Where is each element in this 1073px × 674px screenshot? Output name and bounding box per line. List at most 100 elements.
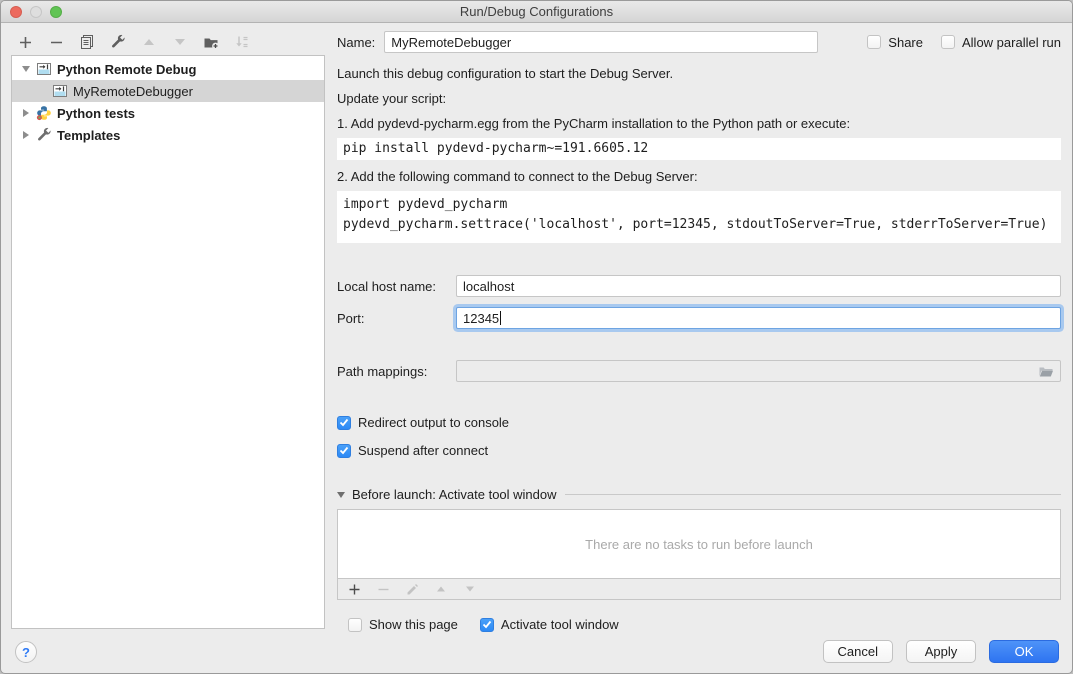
share-checkbox[interactable]: Share (867, 35, 923, 50)
section-divider (565, 494, 1061, 495)
add-configuration-button[interactable] (15, 32, 35, 52)
checkbox-unchecked-icon (867, 35, 881, 49)
tree-item-label: Templates (57, 128, 120, 143)
before-launch-task-list: There are no tasks to run before launch (337, 509, 1061, 600)
before-launch-header[interactable]: Before launch: Activate tool window (337, 487, 1061, 502)
tree-item-label: Python Remote Debug (57, 62, 196, 77)
new-folder-icon (203, 34, 220, 50)
tree-item-label: Python tests (57, 106, 135, 121)
run-debug-configurations-dialog: Run/Debug Configurations (0, 0, 1073, 674)
checkbox-checked-icon (480, 618, 494, 632)
window-controls (10, 6, 62, 18)
settrace-code[interactable]: import pydevd_pycharm pydevd_pycharm.sett… (337, 191, 1061, 243)
help-button[interactable]: ? (15, 641, 37, 663)
suspend-after-connect-label: Suspend after connect (358, 443, 488, 458)
port-row: Port: 12345 (337, 307, 1061, 329)
move-down-button[interactable] (170, 32, 190, 52)
move-task-down-button[interactable] (463, 582, 477, 596)
tree-item-myremotedebugger[interactable]: MyRemoteDebugger (12, 80, 324, 102)
chevron-right-icon[interactable] (20, 107, 32, 119)
activate-tool-window-checkbox[interactable]: Activate tool window (480, 617, 619, 632)
zoom-window-button[interactable] (50, 6, 62, 18)
remote-debug-config-icon (52, 83, 68, 99)
folder-open-icon (1038, 364, 1054, 378)
remove-icon (49, 35, 64, 50)
move-task-up-button[interactable] (434, 582, 448, 596)
move-down-icon (173, 35, 187, 49)
path-mappings-input[interactable] (456, 360, 1061, 382)
copy-configuration-button[interactable] (77, 32, 97, 52)
port-input[interactable]: 12345 (456, 307, 1061, 329)
move-down-icon (464, 583, 476, 595)
top-checkboxes: Share Allow parallel run (867, 35, 1061, 50)
allow-parallel-run-checkbox[interactable]: Allow parallel run (941, 35, 1061, 50)
checkbox-unchecked-icon (941, 35, 955, 49)
page-options: Show this page Activate tool window (348, 617, 1061, 632)
activate-tool-window-label: Activate tool window (501, 617, 619, 632)
configurations-tree: Python Remote Debug MyRemoteDebugger (11, 55, 325, 629)
edit-task-button[interactable] (405, 582, 419, 596)
description-text: Launch this debug configuration to start… (337, 66, 1061, 82)
window-title: Run/Debug Configurations (460, 4, 613, 19)
ok-button[interactable]: OK (989, 640, 1059, 663)
move-up-button[interactable] (139, 32, 159, 52)
dialog-buttons: Cancel Apply OK (823, 640, 1059, 663)
show-this-page-label: Show this page (369, 617, 458, 632)
check-icon (339, 418, 349, 427)
name-row: Name: Share Allow parallel run (337, 31, 1061, 53)
apply-button[interactable]: Apply (906, 640, 976, 663)
sort-configurations-button[interactable] (232, 32, 252, 52)
configurations-toolbar (15, 32, 252, 52)
checkbox-checked-icon (337, 444, 351, 458)
local-host-row: Local host name: (337, 275, 1061, 297)
tree-item-python-tests[interactable]: Python tests (12, 102, 324, 124)
move-up-icon (142, 35, 156, 49)
chevron-right-icon[interactable] (20, 129, 32, 141)
local-host-label: Local host name: (337, 279, 456, 294)
task-list-toolbar (338, 578, 1060, 599)
add-task-button[interactable] (347, 582, 361, 596)
new-folder-button[interactable] (201, 32, 221, 52)
check-icon (339, 446, 349, 455)
step2-text: 2. Add the following command to connect … (337, 169, 1061, 185)
minimize-window-button[interactable] (30, 6, 42, 18)
add-icon (18, 35, 33, 50)
browse-mappings-button[interactable] (1035, 362, 1057, 380)
tree-item-label: MyRemoteDebugger (73, 84, 193, 99)
allow-parallel-run-label: Allow parallel run (962, 35, 1061, 50)
edit-templates-button[interactable] (108, 32, 128, 52)
share-label: Share (888, 35, 923, 50)
remove-icon (377, 583, 390, 596)
cancel-button[interactable]: Cancel (823, 640, 893, 663)
collapse-triangle-icon (337, 492, 345, 498)
show-this-page-checkbox[interactable]: Show this page (348, 617, 458, 632)
copy-icon (79, 34, 95, 50)
title-bar: Run/Debug Configurations (1, 1, 1072, 23)
code-line-1: import pydevd_pycharm (343, 197, 507, 212)
suspend-after-connect-checkbox[interactable]: Suspend after connect (337, 443, 1061, 458)
sort-alphabetically-icon (234, 34, 250, 50)
pip-install-code[interactable]: pip install pydevd-pycharm~=191.6605.12 (337, 138, 1061, 160)
chevron-down-icon[interactable] (20, 63, 32, 75)
local-host-input[interactable] (456, 275, 1061, 297)
close-window-button[interactable] (10, 6, 22, 18)
redirect-output-checkbox[interactable]: Redirect output to console (337, 415, 1061, 430)
tree-item-python-remote-debug[interactable]: Python Remote Debug (12, 58, 324, 80)
code-line-2: pydevd_pycharm.settrace('localhost', por… (343, 217, 1047, 232)
name-input[interactable] (384, 31, 818, 53)
python-tests-icon (36, 105, 52, 121)
step1-text: 1. Add pydevd-pycharm.egg from the PyCha… (337, 116, 1061, 132)
remove-task-button[interactable] (376, 582, 390, 596)
question-mark-icon: ? (22, 645, 30, 660)
port-label: Port: (337, 311, 456, 326)
edit-icon (406, 583, 419, 596)
move-up-icon (435, 583, 447, 595)
path-mappings-label: Path mappings: (337, 364, 456, 379)
text-caret (500, 311, 501, 325)
redirect-output-label: Redirect output to console (358, 415, 509, 430)
before-launch-title: Before launch: Activate tool window (352, 487, 557, 502)
tree-item-templates[interactable]: Templates (12, 124, 324, 146)
port-value: 12345 (463, 311, 499, 326)
templates-icon (36, 127, 52, 143)
remove-configuration-button[interactable] (46, 32, 66, 52)
